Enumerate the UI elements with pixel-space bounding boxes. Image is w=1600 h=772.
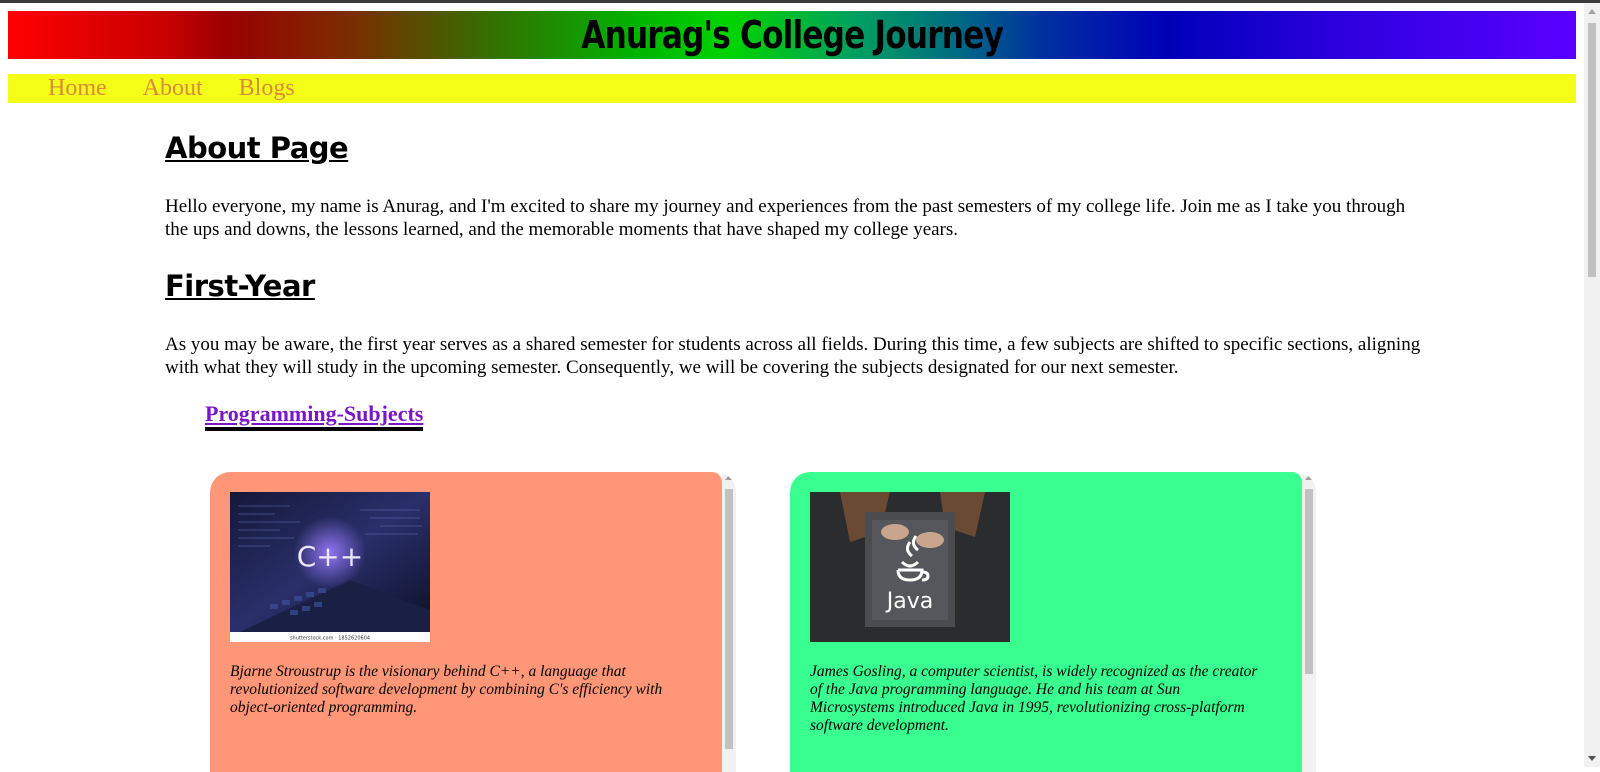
scroll-up-arrow-icon[interactable] <box>1305 475 1313 480</box>
scroll-up-arrow-icon[interactable] <box>725 475 733 480</box>
about-page-heading: About Page <box>165 131 349 165</box>
cpp-image: C++ shutterstock.com · 1852620604 <box>230 492 430 642</box>
cpp-card-text: Bjarne Stroustrup is the visionary behin… <box>230 663 663 716</box>
page-scroll-thumb[interactable] <box>1588 23 1596 277</box>
java-image-label: Java <box>885 589 933 614</box>
java-card-body: Java James Gosling, a computer scientist… <box>790 472 1302 772</box>
cpp-card-scroll-thumb[interactable] <box>725 489 733 749</box>
java-card: Java James Gosling, a computer scientist… <box>790 472 1316 772</box>
scroll-down-arrow-icon[interactable] <box>1588 756 1596 761</box>
nav-link-blogs[interactable]: Blogs <box>239 74 295 103</box>
java-card-scrollbar[interactable] <box>1302 472 1316 772</box>
first-year-heading: First-Year <box>165 269 315 303</box>
cpp-card-scrollbar[interactable] <box>722 472 736 772</box>
cpp-image-label: C++ <box>297 540 363 573</box>
page-scrollbar[interactable] <box>1584 3 1600 767</box>
nav-link-about[interactable]: About <box>143 74 203 103</box>
java-card-text: James Gosling, a computer scientist, is … <box>810 663 1258 734</box>
cpp-card: C++ shutterstock.com · 1852620604 Bjarne… <box>210 472 736 772</box>
programming-subjects-heading[interactable]: Programming-Subjects <box>205 402 424 431</box>
cpp-card-body: C++ shutterstock.com · 1852620604 Bjarne… <box>210 472 722 772</box>
java-card-scroll-thumb[interactable] <box>1305 489 1313 674</box>
nav-bar: Home About Blogs <box>8 74 1576 103</box>
browser-top-edge <box>0 0 1600 3</box>
site-header: Anurag's College Journey <box>8 11 1576 59</box>
site-title: Anurag's College Journey <box>581 13 1003 57</box>
nav-link-home[interactable]: Home <box>48 74 107 103</box>
first-year-text: As you may be aware, the first year serv… <box>165 334 1421 378</box>
scroll-up-arrow-icon[interactable] <box>1588 9 1596 14</box>
java-image: Java <box>810 492 1010 642</box>
cpp-image-caption: shutterstock.com · 1852620604 <box>290 636 370 642</box>
about-intro-text: Hello everyone, my name is Anurag, and I… <box>165 196 1406 240</box>
